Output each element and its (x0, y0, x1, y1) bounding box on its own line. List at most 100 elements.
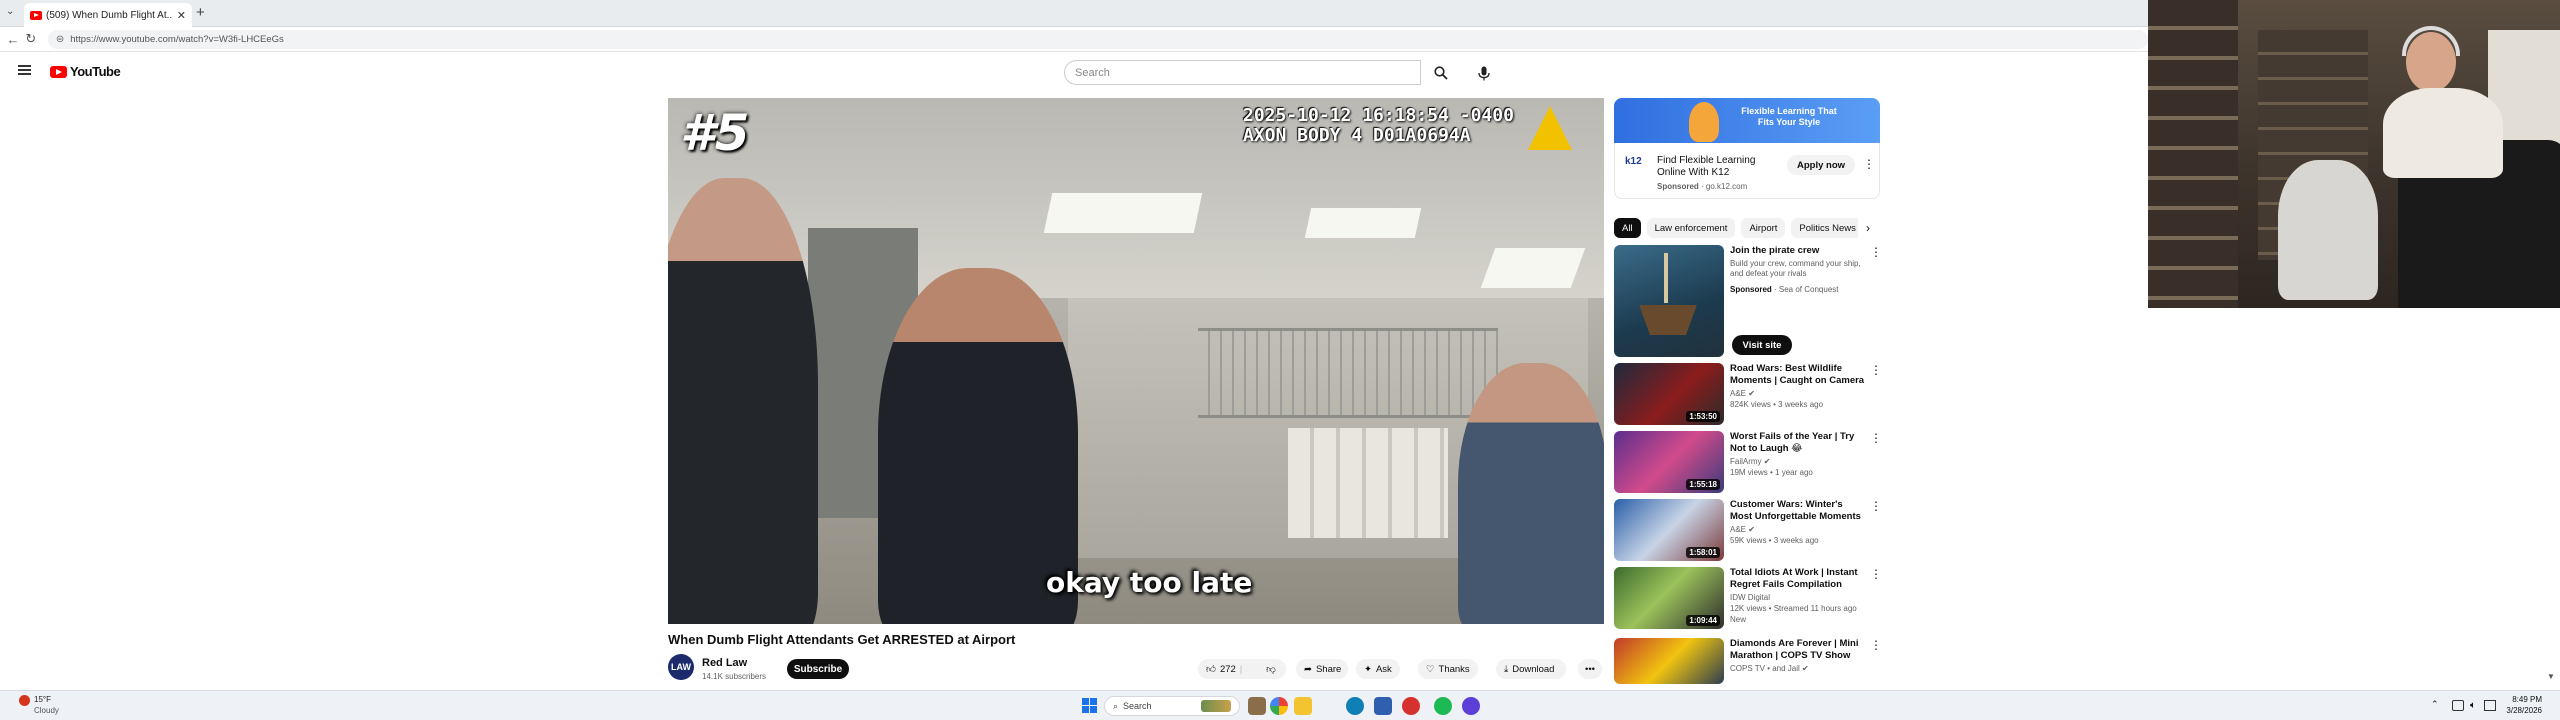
recommendation-meta: 59K views • 3 weeks ago (1730, 536, 1819, 545)
subscribe-button[interactable]: Subscribe (787, 659, 849, 679)
share-label: Share (1315, 663, 1342, 675)
like-dislike-divider: | (1239, 663, 1243, 675)
search-icon (1434, 65, 1448, 80)
duration-badge: 1:53:50 (1686, 411, 1720, 422)
sponsored-description: Build your crew, command your ship, and … (1730, 259, 1861, 278)
volume-icon[interactable]: 🔈︎ (2470, 700, 2482, 711)
video-thumbnail (1614, 638, 1724, 684)
more-actions-button[interactable]: ••• (1578, 659, 1602, 679)
download-label: Download (1512, 663, 1555, 675)
chip-all[interactable]: All (1614, 218, 1641, 238)
weather-temperature[interactable]: 15°F (34, 695, 51, 704)
youtube-logo[interactable]: YouTube (50, 64, 121, 79)
ship-mast-shape (1664, 253, 1668, 303)
recommendation-channel: FailArmy ✔ (1730, 457, 1771, 466)
hamburger-menu-icon[interactable] (18, 65, 31, 75)
scrollbar-down-arrow-icon[interactable]: ▼ (2547, 672, 2555, 681)
ad-kebab-menu-icon[interactable]: ⋮ (1863, 157, 1875, 171)
sponsored-recommendation[interactable]: Join the pirate crew Build your crew, co… (1614, 245, 1882, 359)
recommendation-kebab-menu-icon[interactable]: ⋮ (1870, 363, 1882, 377)
channel-name-link[interactable]: Red Law (702, 657, 747, 669)
tab-close-icon[interactable]: ✕ (177, 9, 186, 22)
recommendation-kebab-menu-icon[interactable]: ⋮ (1870, 638, 1880, 652)
url-field[interactable]: ⊜ https://www.youtube.com/watch?v=W3fi-L… (47, 29, 2149, 49)
recommendation-kebab-menu-icon[interactable]: ⋮ (1870, 431, 1882, 445)
file-explorer-icon[interactable] (1294, 697, 1312, 715)
chip-politics-news[interactable]: Politics News (1791, 218, 1864, 238)
taskbar-app-icon[interactable] (1402, 697, 1420, 715)
thumbs-down-icon: 👎︎ (1266, 664, 1276, 675)
download-arrow-icon: ⤓ (1504, 663, 1509, 675)
ad-card[interactable]: k12 Find Flexible Learning Online With K… (1614, 143, 1880, 199)
chip-law-enforcement[interactable]: Law enforcement (1646, 218, 1736, 238)
reload-icon[interactable]: ↻ (22, 31, 40, 47)
chips-next-chevron-icon[interactable]: › (1858, 218, 1878, 238)
dislike-button[interactable]: 👎︎ (1256, 659, 1286, 679)
ad-apply-now-button[interactable]: Apply now (1787, 155, 1855, 175)
weather-condition[interactable]: Cloudy (34, 706, 59, 715)
search-input[interactable]: Search (1064, 60, 1421, 85)
site-info-icon[interactable]: ⊜ (56, 34, 64, 45)
taskbar-search-box[interactable]: ⌕ Search (1104, 696, 1240, 716)
chip-airport[interactable]: Airport (1741, 218, 1786, 238)
recommendation-item[interactable]: 1:09:44 Total Idiots At Work | Instant R… (1614, 567, 1882, 631)
ad-banner-image[interactable]: Flexible Learning That Fits Your Style (1614, 98, 1880, 143)
new-tab-plus-icon[interactable]: + (196, 4, 205, 21)
ad-title: Find Flexible Learning Online With K12 (1657, 155, 1756, 178)
thanks-button[interactable]: ♡ Thanks (1418, 659, 1478, 679)
channel-avatar[interactable]: LAW (668, 654, 694, 680)
visit-site-button[interactable]: Visit site (1732, 335, 1792, 355)
sponsored-thumbnail (1614, 245, 1724, 357)
recommendation-item[interactable]: 1:53:50 Road Wars: Best Wildlife Moments… (1614, 363, 1882, 427)
taskbar-clock-date[interactable]: 3/28/2026 (2496, 706, 2542, 715)
video-player[interactable]: #5 2025-10-12 16:18:54 -0400 AXON BODY 4… (668, 98, 1604, 624)
new-badge: New (1730, 615, 1747, 624)
battery-icon[interactable] (2484, 700, 2496, 711)
tray-overflow-chevron-icon[interactable]: ⌃ (2431, 699, 2439, 710)
thanks-heart-icon: ♡ (1426, 663, 1435, 675)
recommendation-kebab-menu-icon[interactable]: ⋮ (1870, 499, 1882, 513)
ad-domain: go.k12.com (1705, 182, 1748, 191)
browser-tab-active[interactable]: (509) When Dumb Flight At... ✕ (24, 3, 192, 27)
search-placeholder: Search (1075, 66, 1110, 79)
recommendation-kebab-menu-icon[interactable]: ⋮ (1870, 567, 1882, 581)
bodycam-timestamp-line1: 2025-10-12 16:18:54 -0400 (1243, 105, 1514, 126)
voice-search-button[interactable] (1472, 61, 1496, 85)
spotify-icon[interactable] (1434, 697, 1452, 715)
taskbar-app-icon[interactable] (1374, 697, 1392, 715)
wire-shelf-rack (1198, 328, 1498, 418)
ad-advertiser-logo: k12 (1625, 156, 1642, 167)
youtube-wordmark: YouTube (70, 64, 121, 79)
taskbar-clock-time[interactable]: 8:49 PM (2496, 695, 2542, 704)
video-thumbnail: 1:53:50 (1614, 363, 1724, 425)
weather-widget-icon[interactable] (19, 695, 30, 706)
taskbar-app-icon[interactable] (1462, 697, 1480, 715)
browser-tab-title: (509) When Dumb Flight At... (46, 9, 173, 21)
bodycam-timestamp-line2: AXON BODY 4 D01A0694A (1243, 125, 1471, 146)
share-button[interactable]: ➦ Share (1296, 659, 1348, 679)
network-icon[interactable] (2452, 700, 2464, 711)
sponsored-kebab-menu-icon[interactable]: ⋮ (1870, 245, 1882, 259)
ad-mascot-image (1689, 102, 1719, 142)
recommendation-item[interactable]: 1:55:18 Worst Fails of the Year | Try No… (1614, 431, 1882, 495)
bodycam-timestamp: 2025-10-12 16:18:54 -0400 AXON BODY 4 D0… (1243, 106, 1514, 146)
taskbar-search-label: Search (1123, 701, 1152, 711)
taskbar-app-icon[interactable] (1248, 697, 1266, 715)
wall-bins (1288, 428, 1448, 538)
chrome-browser-icon[interactable] (1270, 697, 1288, 715)
recommendation-item[interactable]: Diamonds Are Forever | Mini Marathon | C… (1614, 638, 1880, 684)
tab-list-chevron-icon[interactable]: ⌄ (6, 6, 14, 17)
back-arrow-icon[interactable]: ← (4, 32, 22, 47)
windows-start-icon[interactable] (1082, 698, 1097, 713)
recommendation-title: Customer Wars: Winter's Most Unforgettab… (1730, 499, 1861, 522)
browser-tab-bar: ⌄ (509) When Dumb Flight At... ✕ + (0, 0, 2148, 27)
share-arrow-icon: ➦ (1304, 663, 1312, 675)
ask-button[interactable]: ✦ Ask (1356, 659, 1400, 679)
sponsored-advertiser: Sea of Conquest (1778, 285, 1839, 294)
duration-badge: 1:55:18 (1686, 479, 1720, 490)
edge-browser-icon[interactable] (1346, 697, 1364, 715)
recommendation-meta: 19M views • 1 year ago (1730, 468, 1813, 477)
recommendation-item[interactable]: 1:58:01 Customer Wars: Winter's Most Unf… (1614, 499, 1882, 563)
search-button[interactable] (1421, 60, 1461, 85)
download-button[interactable]: ⤓ Download (1496, 659, 1566, 679)
